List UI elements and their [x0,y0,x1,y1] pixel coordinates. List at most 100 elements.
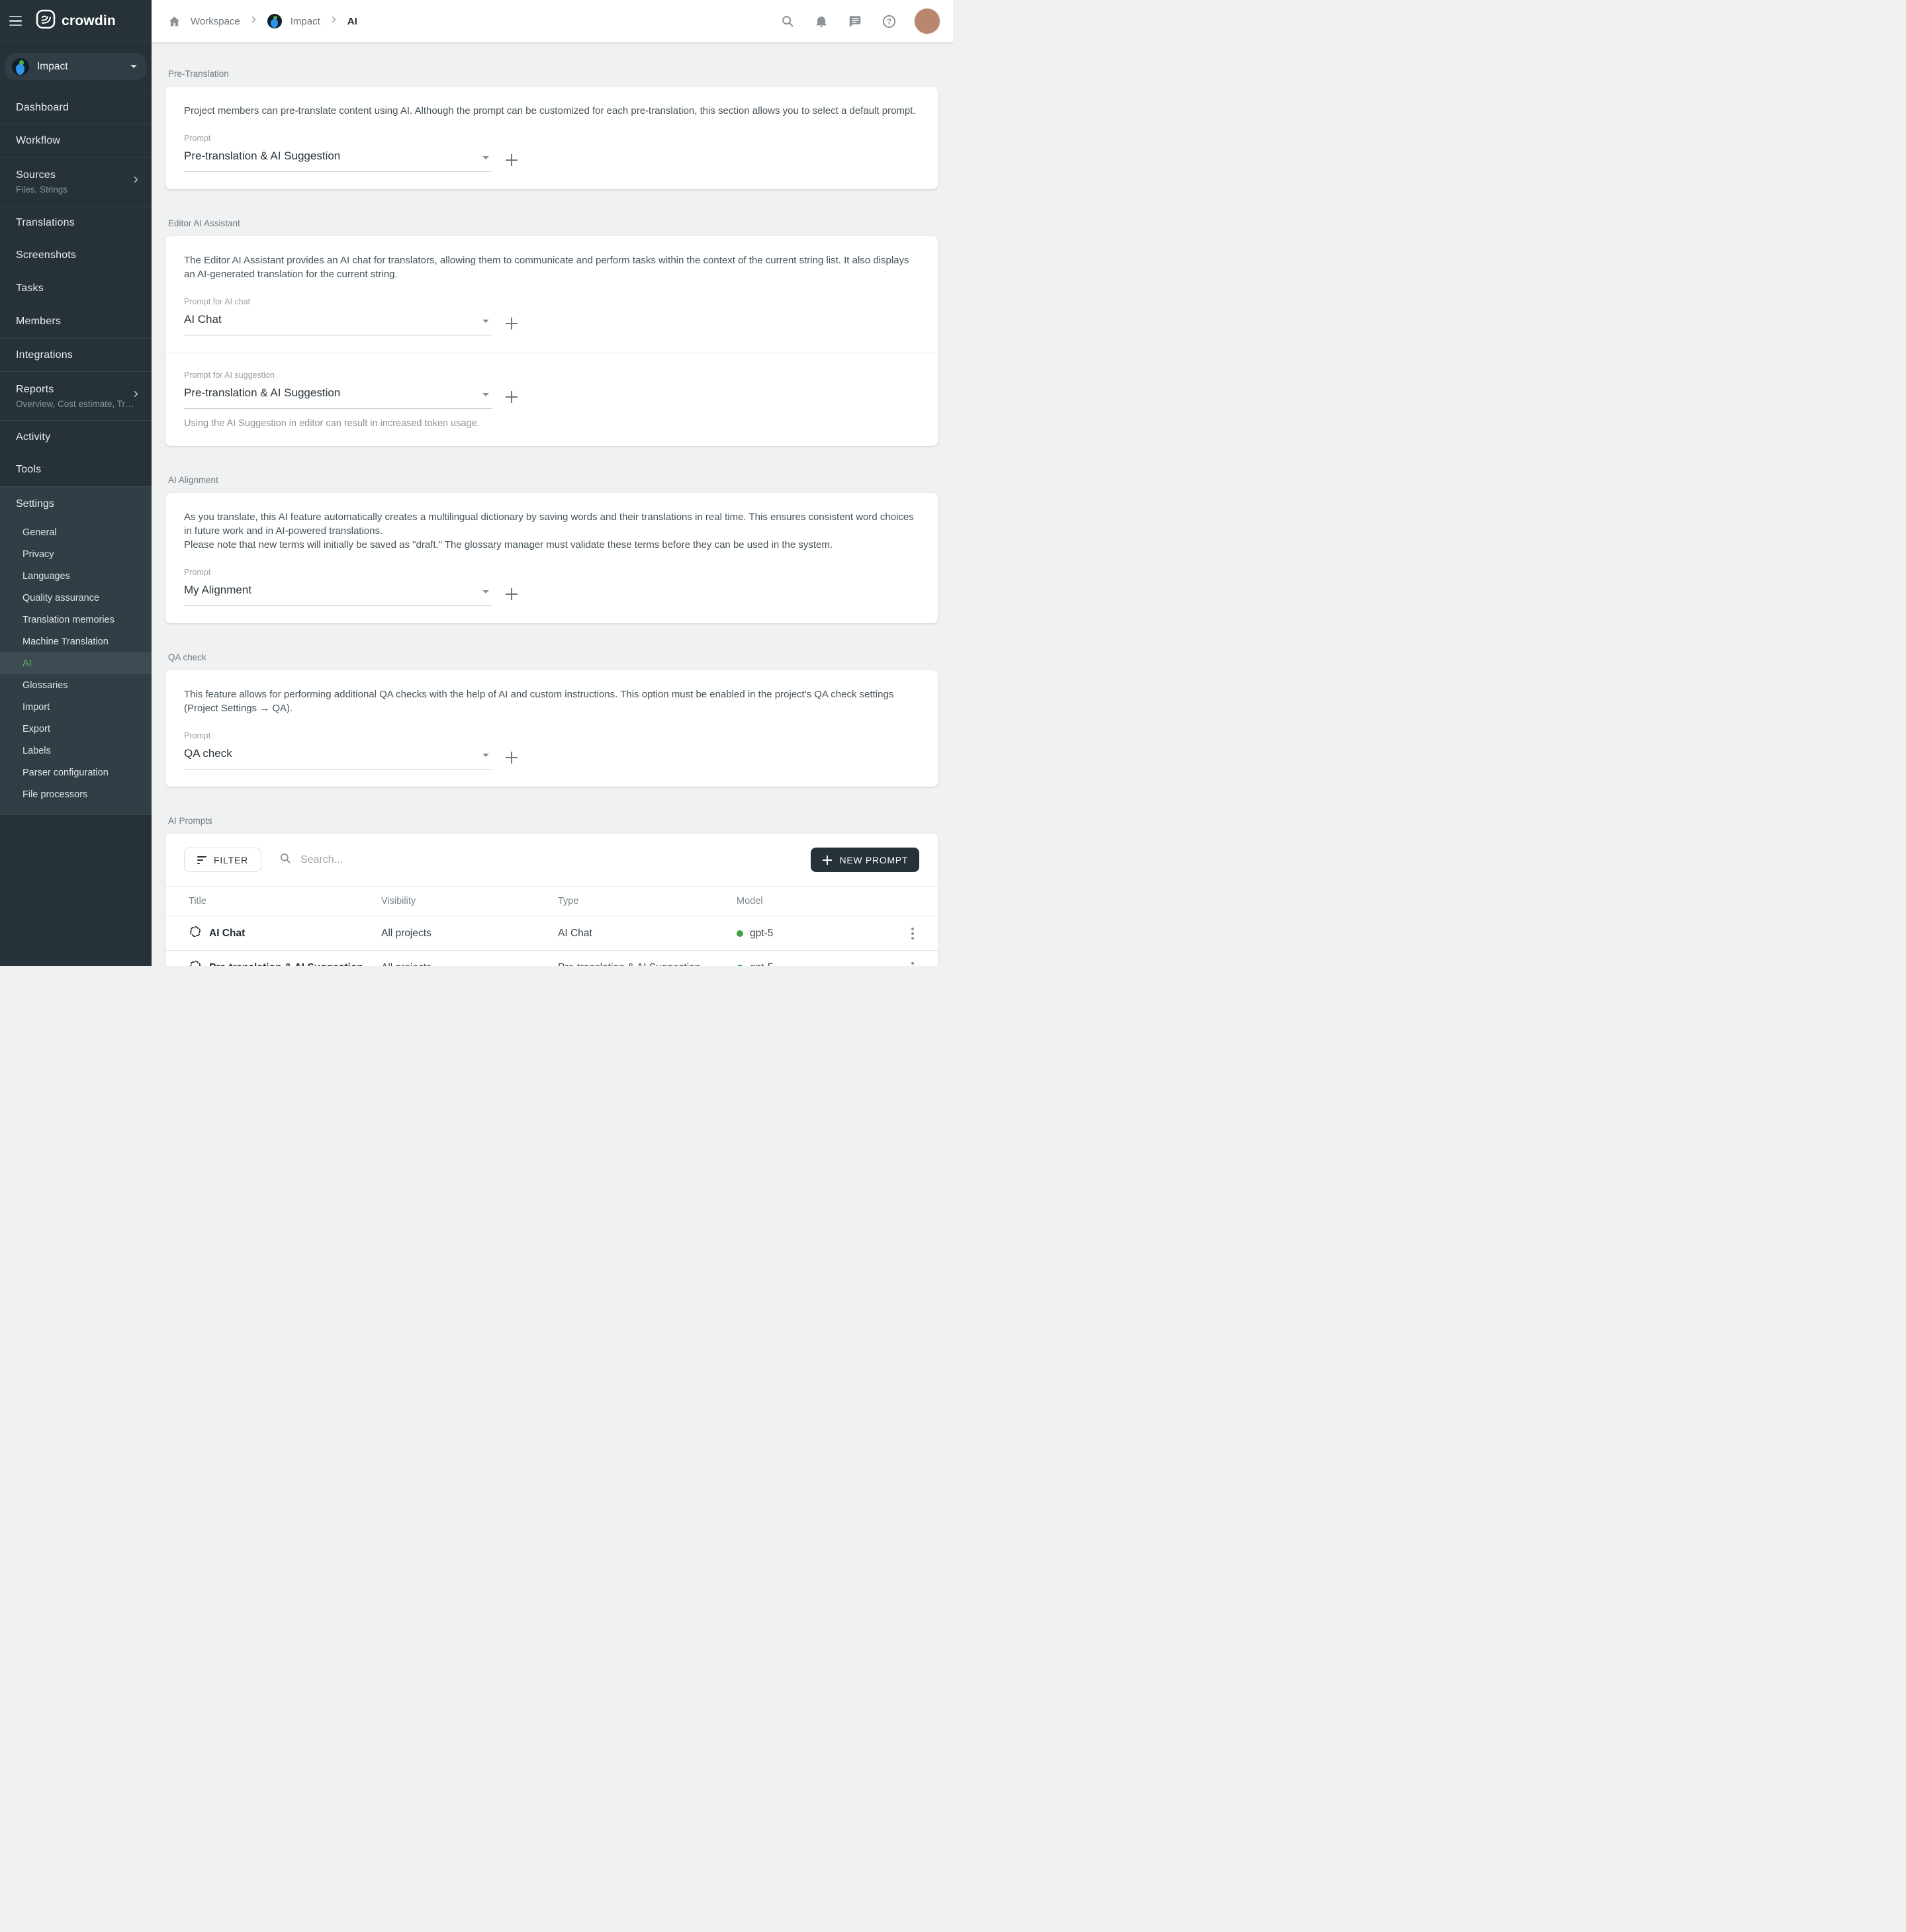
breadcrumb-workspace[interactable]: Workspace [191,16,240,27]
sidebar-header: crowdin [0,0,152,42]
ai-alignment-prompt-select[interactable]: My Alignment [184,583,492,606]
add-prompt-button[interactable] [504,389,520,405]
user-avatar[interactable] [915,9,940,34]
ai-alignment-card: As you translate, this AI feature automa… [165,493,938,623]
ai-alignment-prompt-group: Prompt My Alignment [184,568,919,606]
sidebar-item-dashboard[interactable]: Dashboard [0,91,152,124]
qa-check-prompt-select[interactable]: QA check [184,746,492,769]
sidebar-item-reports-sublabel: Overview, Cost estimate, Transl… [16,399,134,409]
search-input[interactable] [300,854,794,866]
sidebar-item-sources[interactable]: Sources Files, Strings [0,157,152,206]
home-icon[interactable] [166,13,182,29]
chevron-right-icon [329,15,339,28]
section-pre-translation: Pre-Translation Project members can pre-… [165,69,938,189]
section-editor-ai-assistant: Editor AI Assistant The Editor AI Assist… [165,218,938,446]
prompt-label: Prompt [184,568,919,577]
add-prompt-button[interactable] [504,586,520,602]
prompt-title: AI Chat [209,928,245,940]
prompt-type: AI Chat [558,928,737,940]
breadcrumb-project[interactable]: Impact [291,16,320,27]
row-menu-button[interactable] [903,959,922,967]
prompt-type: Pre-translation & AI Suggestion [558,962,737,967]
pre-translation-prompt-group: Prompt Pre-translation & AI Suggestion [184,134,919,172]
filter-icon [197,856,206,864]
ai-prompts-toolbar: FILTER NEW PROMPT [165,834,938,886]
editor-ai-assistant-card: The Editor AI Assistant provides an AI c… [165,236,938,446]
sidebar-item-machine-translation[interactable]: Machine Translation [0,631,152,652]
token-usage-note: Using the AI Suggestion in editor can re… [184,418,919,429]
ai-chat-prompt-group: Prompt for AI chat AI Chat [184,297,919,335]
section-title-pre-translation: Pre-Translation [168,69,938,79]
hamburger-menu-icon[interactable] [9,13,26,30]
pre-translation-prompt-select[interactable]: Pre-translation & AI Suggestion [184,149,492,172]
sidebar-item-reports[interactable]: Reports Overview, Cost estimate, Transl… [0,371,152,420]
prompt-label: Prompt for AI chat [184,297,919,306]
ai-suggestion-prompt-group: Prompt for AI suggestion Pre-translation… [184,371,919,429]
new-prompt-button[interactable]: NEW PROMPT [811,848,919,872]
section-qa-check: QA check This feature allows for perform… [165,652,938,787]
prompt-title: Pre-translation & AI Suggestion [209,962,363,967]
help-icon[interactable]: ? [881,13,897,29]
select-caret-icon [482,393,489,396]
sidebar-item-sources-sublabel: Files, Strings [16,185,134,195]
add-prompt-button[interactable] [504,316,520,331]
qa-check-card: This feature allows for performing addit… [165,670,938,787]
plus-icon [822,855,833,865]
sidebar-item-translation-memories[interactable]: Translation memories [0,609,152,631]
sidebar-nav: Dashboard Workflow Sources Files, String… [0,91,152,486]
sidebar-item-settings[interactable]: Settings [0,487,152,521]
crowdin-logo[interactable]: crowdin [36,9,116,32]
search-icon [279,852,292,868]
sidebar-item-languages[interactable]: Languages [0,565,152,587]
project-selector[interactable]: Impact [5,53,146,80]
openai-icon [189,959,202,966]
select-caret-icon [482,590,489,593]
crowdin-logo-icon [36,9,56,32]
sidebar-item-import[interactable]: Import [0,696,152,718]
openai-icon [189,925,202,942]
notifications-bell-icon[interactable] [813,13,829,29]
select-caret-icon [482,156,489,159]
add-prompt-button[interactable] [504,750,520,766]
table-row[interactable]: AI Chat All projects AI Chat gpt-5 [165,916,938,951]
pre-translation-card: Project members can pre-translate conten… [165,87,938,189]
messages-icon[interactable] [847,13,863,29]
sidebar-item-labels[interactable]: Labels [0,740,152,762]
sidebar-item-export[interactable]: Export [0,718,152,740]
sidebar-item-glossaries[interactable]: Glossaries [0,674,152,696]
section-ai-prompts: AI Prompts FILTER NEW PRO [165,816,938,966]
section-ai-alignment: AI Alignment As you translate, this AI f… [165,475,938,623]
sidebar-item-translations[interactable]: Translations [0,206,152,239]
sidebar-item-file-processors[interactable]: File processors [0,783,152,805]
chevron-right-icon [131,175,141,188]
sidebar-item-screenshots[interactable]: Screenshots [0,239,152,272]
add-prompt-button[interactable] [504,152,520,168]
column-header-visibility: Visibility [381,896,558,906]
sidebar-item-members[interactable]: Members [0,305,152,338]
sidebar-item-parser-configuration[interactable]: Parser configuration [0,762,152,783]
row-menu-button[interactable] [903,924,922,943]
project-name: Impact [37,61,68,73]
qa-check-prompt-group: Prompt QA check [184,731,919,769]
chevron-down-icon [130,65,137,68]
ai-chat-prompt-select[interactable]: AI Chat [184,312,492,335]
sidebar-item-integrations[interactable]: Integrations [0,338,152,371]
sidebar-item-quality-assurance[interactable]: Quality assurance [0,587,152,609]
search-icon[interactable] [780,13,795,29]
sidebar-item-tools[interactable]: Tools [0,453,152,486]
ai-suggestion-prompt-select[interactable]: Pre-translation & AI Suggestion [184,386,492,409]
filter-button[interactable]: FILTER [184,848,261,872]
sidebar-item-ai[interactable]: AI [0,652,152,674]
sidebar-item-general[interactable]: General [0,521,152,543]
column-header-type: Type [558,896,737,906]
editor-ai-assistant-description: The Editor AI Assistant provides an AI c… [184,253,919,281]
model-status-dot [737,965,743,967]
sidebar-item-tasks[interactable]: Tasks [0,272,152,305]
ai-alignment-description-1: As you translate, this AI feature automa… [184,510,919,538]
table-row[interactable]: Pre-translation & AI Suggestion All proj… [165,951,938,966]
sidebar-item-workflow[interactable]: Workflow [0,124,152,157]
ai-alignment-description-2: Please note that new terms will initiall… [184,538,919,552]
sidebar-item-activity[interactable]: Activity [0,420,152,453]
sidebar-item-privacy[interactable]: Privacy [0,543,152,565]
section-title-ai-prompts: AI Prompts [168,816,938,826]
